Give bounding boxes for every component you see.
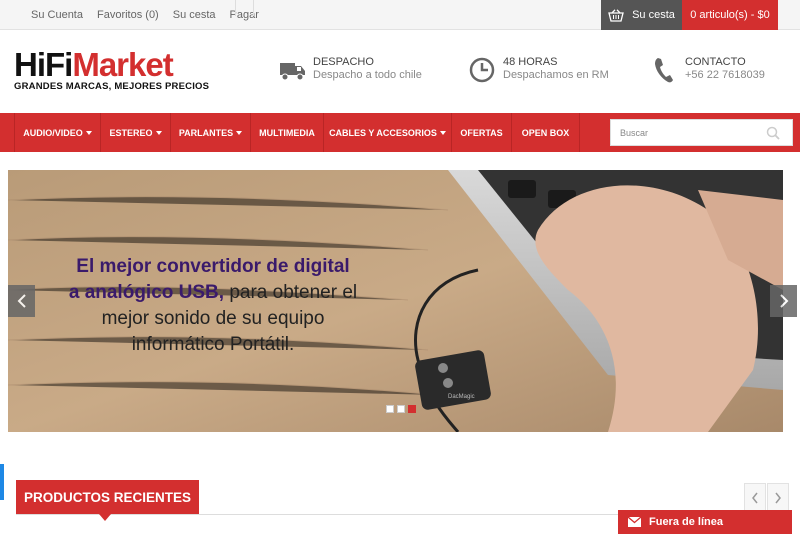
account-links: Su Cuenta Favoritos (0) Su cesta Pagar (24, 0, 266, 30)
nav-item-ofertas[interactable]: OFERTAS (452, 113, 512, 152)
basket-link[interactable]: Su cesta (173, 9, 216, 21)
slider-prev-button[interactable] (8, 285, 35, 317)
envelope-icon (628, 517, 641, 527)
banner-line-2-highlight: a analógico USB, (68, 282, 225, 303)
nav-item-label: MULTIMEDIA (259, 127, 315, 138)
chevron-down-icon (155, 130, 162, 135)
feedback-tab[interactable] (0, 464, 4, 500)
info-subtitle: Despachamos en RM (503, 69, 609, 81)
chat-label: Fuera de línea (649, 516, 723, 528)
chevron-right-icon (775, 492, 781, 504)
info-title: 48 HORAS (503, 56, 558, 68)
search-input[interactable] (611, 120, 761, 145)
separator (253, 0, 254, 16)
nav-item-label: OPEN BOX (521, 127, 570, 138)
nav-item-parlantes[interactable]: PARLANTES (171, 113, 251, 152)
nav-item-label: ESTEREO (109, 127, 153, 138)
logo-hifi: HiFi (14, 46, 73, 83)
nav-item-multimedia[interactable]: MULTIMEDIA (251, 113, 324, 152)
chevron-right-icon (779, 294, 788, 308)
search-icon[interactable] (766, 126, 780, 140)
chevron-down-icon (236, 130, 243, 135)
slider-dots (386, 405, 419, 413)
section-title-notch (99, 514, 111, 521)
basket-icon (608, 8, 624, 22)
section-title: PRODUCTOS RECIENTES (16, 480, 200, 514)
products-next-button[interactable] (767, 483, 789, 513)
banner-headline: El mejor convertidor de digital a analóg… (48, 254, 378, 358)
nav-item-label: CABLES Y ACCESORIOS (329, 127, 437, 138)
checkout-link[interactable]: Pagar (230, 9, 259, 21)
nav-item-audio-video[interactable]: AUDIO/VIDEO (14, 113, 101, 152)
chevron-left-icon (752, 492, 758, 504)
truck-icon (280, 63, 305, 81)
nav-item-label: OFERTAS (460, 127, 503, 138)
info-subtitle: +56 22 7618039 (685, 69, 765, 81)
slider-next-button[interactable] (770, 285, 797, 317)
banner-line-2-rest: para obtener el (224, 282, 358, 303)
nav-item-estereo[interactable]: ESTEREO (101, 113, 171, 152)
cart-label: Su cesta (632, 9, 675, 21)
chevron-down-icon (439, 130, 446, 135)
cart-total-button[interactable]: 0 articulo(s) - $0 (682, 0, 778, 30)
logo-tagline: GRANDES MARCAS, MEJORES PRECIOS (14, 81, 210, 92)
cart-total: 0 articulo(s) - $0 (690, 9, 770, 21)
chat-offline-button[interactable]: Fuera de línea (618, 510, 792, 534)
site-logo[interactable]: HiFiMarket GRANDES MARCAS, MEJORES PRECI… (14, 48, 210, 92)
shipping-info: DESPACHO Despacho a todo chile (279, 56, 422, 84)
banner-line-1: El mejor convertidor de digital (76, 256, 350, 277)
info-subtitle: Despacho a todo chile (313, 69, 422, 81)
cart-button[interactable]: Su cesta (601, 0, 682, 30)
chevron-left-icon (17, 294, 26, 308)
device-label: DacMagic (448, 394, 475, 400)
separator (235, 0, 236, 16)
section-title-text: PRODUCTOS RECIENTES (24, 489, 192, 505)
hero-banner[interactable]: DacMagic El mejor convertidor de digital… (8, 170, 783, 432)
search-box (610, 119, 793, 146)
nav-item-cables-accesorios[interactable]: CABLES Y ACCESORIOS (324, 113, 452, 152)
banner-line-3: mejor sonido de su equipo (101, 308, 325, 329)
nav-item-label: PARLANTES (178, 127, 234, 138)
banner-line-4: informático Portátil. (131, 334, 295, 355)
delivery-time-info: 48 HORAS Despachamos en RM (469, 56, 609, 84)
phone-icon (655, 58, 673, 83)
account-link[interactable]: Su Cuenta (31, 9, 83, 21)
contact-info: CONTACTO +56 22 7618039 (651, 56, 765, 84)
products-prev-button[interactable] (744, 483, 766, 513)
chevron-down-icon (85, 130, 92, 135)
clock-icon (469, 57, 495, 83)
logo-market: Market (72, 46, 173, 83)
nav-item-open-box[interactable]: OPEN BOX (512, 113, 580, 152)
slider-dot[interactable] (386, 405, 394, 413)
info-title: CONTACTO (685, 56, 746, 68)
slider-dot-active[interactable] (408, 405, 416, 413)
top-bar: Su Cuenta Favoritos (0) Su cesta Pagar S… (0, 0, 800, 30)
nav-item-label: AUDIO/VIDEO (23, 127, 83, 138)
slider-dot[interactable] (397, 405, 405, 413)
info-title: DESPACHO (313, 56, 374, 68)
favorites-link[interactable]: Favoritos (0) (97, 9, 159, 21)
